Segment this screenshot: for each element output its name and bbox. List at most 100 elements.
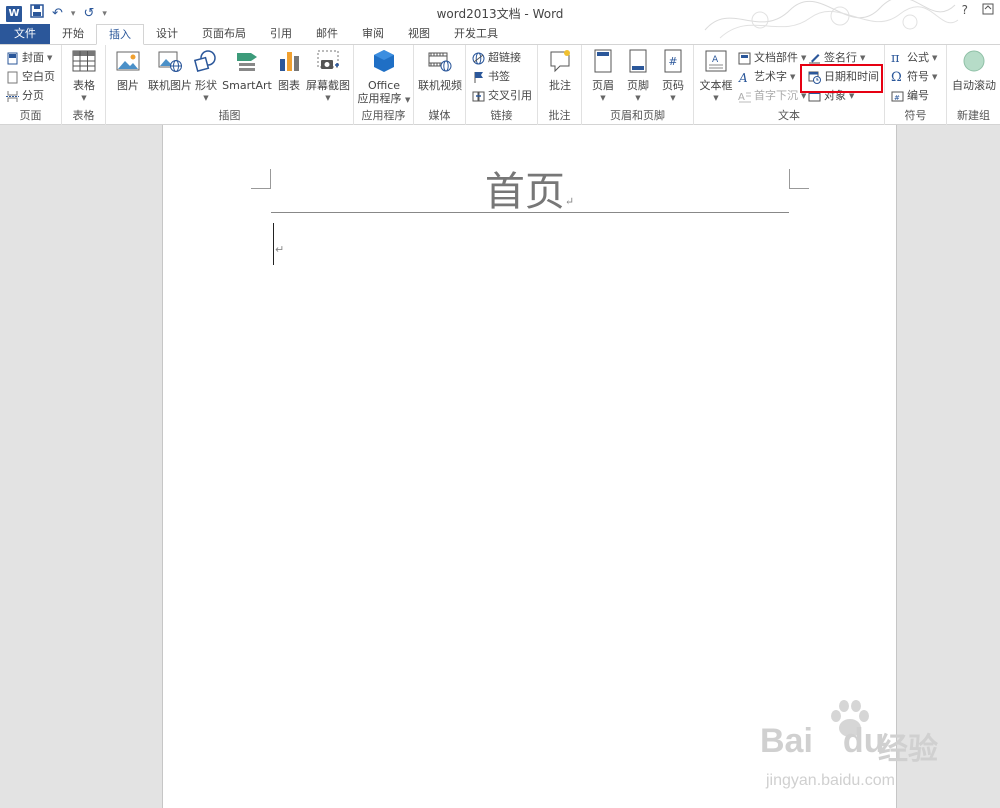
group-label-links: 链接 — [490, 109, 513, 122]
svg-text:#: # — [894, 94, 900, 102]
blank-page-button[interactable]: 空白页 — [6, 70, 55, 84]
svg-text:A: A — [738, 92, 745, 103]
symbol-button[interactable]: Ω 符号 ▼ — [891, 70, 937, 84]
page-number-icon: # — [664, 49, 682, 73]
bookmark-icon — [474, 71, 483, 83]
page-number-button[interactable]: # 页码 ▼ — [656, 49, 690, 105]
title-bar: W ↶ ▾ ↺ ▾ word2013文档 - Word ? — [0, 0, 1000, 39]
tab-page-layout[interactable]: 页面布局 — [190, 24, 258, 45]
tab-view[interactable]: 视图 — [396, 24, 442, 45]
auto-scroll-button[interactable]: 自动滚动 — [949, 49, 999, 92]
comment-icon — [550, 50, 570, 73]
page-break-button[interactable]: 分页 — [6, 89, 44, 103]
watermark-brand: Bai du — [760, 722, 885, 760]
chevron-down-icon: ▼ — [713, 94, 719, 102]
chart-button[interactable]: 图表 — [274, 49, 304, 92]
chevron-down-icon: ▼ — [600, 94, 606, 102]
group-pages: 封面 ▼ 空白页 分页 页面 — [0, 45, 62, 125]
numbering-button[interactable]: # 编号 — [891, 89, 929, 103]
wordart-icon: A — [738, 71, 748, 84]
paragraph-mark: ↵ — [564, 195, 575, 208]
chevron-down-icon: ▼ — [81, 94, 87, 102]
pi-icon: π — [891, 50, 900, 66]
drop-cap-button[interactable]: A 首字下沉 ▼ — [738, 89, 806, 103]
baidu-watermark: Bai du 经验 jingyan.baidu.com — [760, 700, 990, 800]
group-label-illustrations: 插图 — [218, 109, 241, 122]
shapes-button[interactable]: 形状 ▼ — [192, 49, 220, 105]
text-cursor — [273, 223, 274, 265]
help-icon[interactable]: ? — [962, 3, 968, 18]
header-title[interactable]: 首页 — [485, 169, 565, 215]
chevron-down-icon: ▼ — [932, 73, 938, 81]
smartart-button[interactable]: SmartArt — [222, 49, 272, 92]
chevron-down-icon: ▼ — [47, 54, 53, 62]
group-label-new: 新建组 — [957, 109, 990, 122]
group-label-symbols: 符号 — [904, 109, 927, 122]
screenshot-icon — [317, 50, 339, 69]
group-comments: 批注 批注 — [538, 45, 582, 125]
group-links: 超链接 书签 交叉引用 链接 — [466, 45, 538, 125]
table-button[interactable]: 表格 ▼ — [68, 49, 100, 105]
group-header-footer: 页眉 ▼ 页脚 ▼ # 页码 ▼ 页眉和页脚 — [582, 45, 694, 125]
chevron-down-icon: ▼ — [801, 54, 807, 62]
group-label-comments: 批注 — [548, 109, 571, 122]
tab-design[interactable]: 设计 — [144, 24, 190, 45]
office-store-icon — [374, 50, 394, 72]
new-comment-button[interactable]: 批注 — [542, 49, 578, 92]
tab-insert[interactable]: 插入 — [96, 24, 144, 45]
cross-reference-button[interactable]: 交叉引用 — [472, 89, 532, 103]
screenshot-button[interactable]: 屏幕截图 ▼ — [304, 49, 352, 105]
office-apps-button[interactable]: Office 应用程序 ▼ — [356, 49, 412, 107]
chart-icon — [280, 52, 299, 71]
group-apps: Office 应用程序 ▼ 应用程序 — [354, 45, 414, 125]
wordart-button[interactable]: A 艺术字 ▼ — [738, 70, 795, 84]
quick-parts-button[interactable]: 文档部件 ▼ — [738, 51, 806, 65]
quick-parts-icon — [738, 52, 751, 64]
online-picture-button[interactable]: 联机图片 — [146, 49, 194, 92]
tab-references[interactable]: 引用 — [258, 24, 304, 45]
tab-review[interactable]: 审阅 — [350, 24, 396, 45]
group-label-pages: 页面 — [19, 109, 42, 122]
picture-icon — [116, 51, 140, 71]
tab-home[interactable]: 开始 — [50, 24, 96, 45]
page-header[interactable]: 首页↵ — [163, 159, 896, 217]
header-icon — [594, 49, 612, 73]
svg-text:#: # — [668, 55, 677, 68]
footer-icon — [629, 49, 647, 73]
group-tables: 表格 ▼ 表格 — [62, 45, 106, 125]
header-divider — [271, 212, 789, 213]
tab-mailings[interactable]: 邮件 — [304, 24, 350, 45]
header-button[interactable]: 页眉 ▼ — [586, 49, 620, 105]
signature-line-button[interactable]: 签名行 ▼ — [808, 51, 865, 65]
cross-reference-icon — [472, 91, 485, 101]
hyperlink-icon — [472, 52, 485, 64]
date-time-highlight-box — [800, 64, 883, 93]
watermark-chinese: 经验 — [878, 732, 938, 767]
footer-button[interactable]: 页脚 ▼ — [621, 49, 655, 105]
chevron-down-icon: ▼ — [932, 54, 938, 62]
body-paragraph-mark: ↵ — [275, 243, 285, 256]
tab-file[interactable]: 文件 — [0, 24, 50, 45]
chevron-down-icon: ▼ — [203, 94, 209, 102]
shapes-icon — [193, 50, 216, 73]
chevron-down-icon: ▼ — [790, 73, 796, 81]
bookmark-button[interactable]: 书签 — [472, 70, 510, 84]
numbering-icon: # — [891, 91, 904, 102]
blank-page-icon — [7, 71, 18, 83]
online-video-button[interactable]: 联机视频 — [416, 49, 464, 92]
online-video-icon — [428, 52, 452, 72]
tab-developer[interactable]: 开发工具 — [442, 24, 510, 45]
cover-page-icon — [7, 52, 18, 64]
group-label-text: 文本 — [778, 109, 800, 122]
equation-button[interactable]: π 公式 ▼ — [891, 51, 937, 65]
chevron-down-icon: ▼ — [405, 96, 411, 104]
cover-page-button[interactable]: 封面 ▼ — [6, 51, 52, 65]
textbox-button[interactable]: A 文本框 ▼ — [696, 49, 736, 105]
table-icon — [72, 50, 96, 72]
group-new: 自动滚动 新建组 — [947, 45, 1000, 125]
picture-button[interactable]: 图片 — [110, 49, 146, 92]
svg-text:A: A — [738, 71, 748, 84]
hyperlink-button[interactable]: 超链接 — [472, 51, 521, 65]
ribbon-display-options-icon[interactable] — [982, 3, 994, 18]
watermark-url: jingyan.baidu.com — [766, 772, 895, 789]
